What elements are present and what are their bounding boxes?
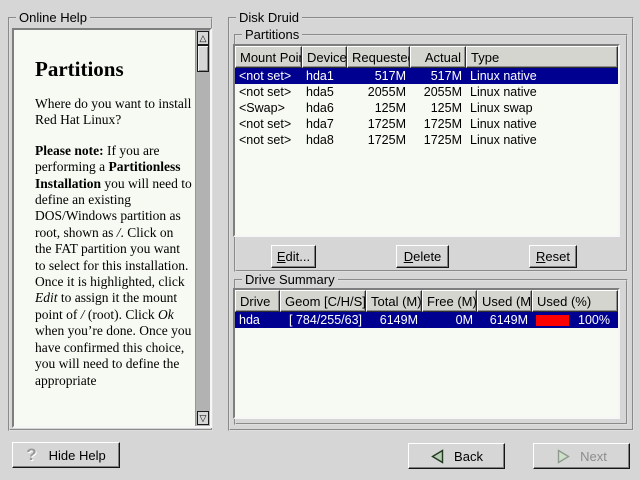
disk-druid-frame: Disk Druid Partitions Mount Point Device… xyxy=(228,17,634,431)
device-cell: hda7 xyxy=(302,117,347,131)
partitions-table: Mount Point Device Requested Actual Type… xyxy=(233,44,620,237)
column-header-used-pct[interactable]: Used (%) xyxy=(532,290,618,312)
total-cell: 6149M xyxy=(366,313,422,327)
used-pct-cell: 100% xyxy=(532,313,618,327)
mount-point-cell: <not set> xyxy=(235,69,302,83)
help-intro: Where do you want to install Red Hat Lin… xyxy=(35,96,192,129)
partition-row[interactable]: <not set> hda7 1725M 1725M Linux native xyxy=(235,116,618,132)
delete-button-label: Delete xyxy=(404,249,442,264)
scroll-down-icon[interactable]: ▽ xyxy=(197,411,209,425)
column-header-free[interactable]: Free (M) xyxy=(422,290,477,312)
reset-button[interactable]: Reset xyxy=(529,245,577,268)
mount-point-cell: <Swap> xyxy=(235,101,302,115)
requested-cell: 1725M xyxy=(347,133,410,147)
drive-summary-table-header: Drive Geom [C/H/S] Total (M) Free (M) Us… xyxy=(235,290,618,312)
partitions-frame-label: Partitions xyxy=(242,27,302,42)
drive-row[interactable]: hda [ 784/255/63] 6149M 0M 6149M 100% xyxy=(235,312,618,328)
requested-cell: 517M xyxy=(347,69,410,83)
scrollbar-thumb[interactable] xyxy=(197,45,209,72)
help-text-content: Partitions Where do you want to install … xyxy=(14,30,195,426)
requested-cell: 2055M xyxy=(347,85,410,99)
help-note-segment: Edit xyxy=(35,290,58,305)
actual-cell: 1725M xyxy=(410,117,466,131)
usage-bar xyxy=(536,315,569,326)
online-help-frame: Online Help Partitions Where do you want… xyxy=(8,17,213,431)
column-header-geom[interactable]: Geom [C/H/S] xyxy=(280,290,366,312)
column-header-requested[interactable]: Requested xyxy=(347,46,410,68)
column-header-total[interactable]: Total (M) xyxy=(366,290,422,312)
hide-help-button[interactable]: ? Hide Help xyxy=(12,442,120,468)
column-header-device[interactable]: Device xyxy=(302,46,347,68)
requested-cell: 125M xyxy=(347,101,410,115)
help-title: Partitions xyxy=(35,57,192,81)
partition-row[interactable]: <not set> hda1 517M 517M Linux native xyxy=(235,68,618,84)
actual-cell: 1725M xyxy=(410,133,466,147)
hide-help-button-label: Hide Help xyxy=(49,448,106,463)
type-cell: Linux native xyxy=(466,117,618,131)
device-cell: hda5 xyxy=(302,85,347,99)
help-note-segment: when you’re done. Once you have confirme… xyxy=(35,323,191,387)
help-question-icon: ? xyxy=(26,445,36,465)
column-header-mount-point[interactable]: Mount Point xyxy=(235,46,302,68)
device-cell: hda6 xyxy=(302,101,347,115)
next-arrow-icon xyxy=(556,449,571,464)
type-cell: Linux swap xyxy=(466,101,618,115)
requested-cell: 1725M xyxy=(347,117,410,131)
used-m-cell: 6149M xyxy=(477,313,532,327)
help-note-segment: (root). Click xyxy=(85,307,159,322)
column-header-type[interactable]: Type xyxy=(466,46,618,68)
actual-cell: 517M xyxy=(410,69,466,83)
type-cell: Linux native xyxy=(466,69,618,83)
column-header-used-m[interactable]: Used (M) xyxy=(477,290,532,312)
delete-button[interactable]: Delete xyxy=(396,245,449,268)
disk-druid-frame-label: Disk Druid xyxy=(236,10,302,25)
partitions-table-body: <not set> hda1 517M 517M Linux native <n… xyxy=(235,68,618,235)
mount-point-cell: <not set> xyxy=(235,133,302,147)
actual-cell: 125M xyxy=(410,101,466,115)
online-help-frame-label: Online Help xyxy=(16,10,90,25)
drive-summary-table: Drive Geom [C/H/S] Total (M) Free (M) Us… xyxy=(233,288,620,419)
installer-window: { "colors": { "background": "#d6d6d6", "… xyxy=(0,0,640,480)
partitions-table-header: Mount Point Device Requested Actual Type xyxy=(235,46,618,68)
help-text-panel: Partitions Where do you want to install … xyxy=(12,28,212,428)
column-header-actual[interactable]: Actual xyxy=(410,46,466,68)
free-cell: 0M xyxy=(422,313,477,327)
geom-cell: [ 784/255/63] xyxy=(280,313,366,327)
back-arrow-icon xyxy=(430,449,445,464)
actual-cell: 2055M xyxy=(410,85,466,99)
help-note: Please note: If you are performing a Par… xyxy=(35,143,192,389)
next-button[interactable]: Next xyxy=(533,443,630,469)
scroll-up-icon[interactable]: △ xyxy=(197,31,209,45)
drive-summary-frame-label: Drive Summary xyxy=(242,272,338,287)
help-note-segment: Ok xyxy=(158,307,174,322)
type-cell: Linux native xyxy=(466,85,618,99)
back-button-label: Back xyxy=(454,449,483,464)
partition-row[interactable]: <not set> hda8 1725M 1725M Linux native xyxy=(235,132,618,148)
partitions-frame: Partitions Mount Point Device Requested … xyxy=(234,34,628,272)
mount-point-cell: <not set> xyxy=(235,117,302,131)
partition-row[interactable]: <Swap> hda6 125M 125M Linux swap xyxy=(235,100,618,116)
used-pct-label: 100% xyxy=(578,313,610,327)
edit-button[interactable]: Edit... xyxy=(271,245,316,268)
type-cell: Linux native xyxy=(466,133,618,147)
column-header-drive[interactable]: Drive xyxy=(235,290,280,312)
edit-button-label: Edit... xyxy=(277,249,310,264)
drive-summary-table-body: hda [ 784/255/63] 6149M 0M 6149M 100% xyxy=(235,312,618,417)
reset-button-label: Reset xyxy=(536,249,570,264)
next-button-label: Next xyxy=(580,449,607,464)
drive-summary-frame: Drive Summary Drive Geom [C/H/S] Total (… xyxy=(234,279,628,425)
help-note-segment: Please note: xyxy=(35,143,104,158)
back-button[interactable]: Back xyxy=(408,443,505,469)
drive-cell: hda xyxy=(235,313,280,327)
device-cell: hda8 xyxy=(302,133,347,147)
help-scrollbar[interactable]: △ ▽ xyxy=(195,30,210,426)
partition-row[interactable]: <not set> hda5 2055M 2055M Linux native xyxy=(235,84,618,100)
device-cell: hda1 xyxy=(302,69,347,83)
mount-point-cell: <not set> xyxy=(235,85,302,99)
